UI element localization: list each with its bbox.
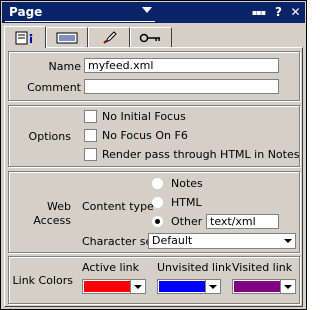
content-other-radio[interactable] bbox=[152, 216, 163, 227]
tab-rocket[interactable] bbox=[88, 27, 130, 47]
charset-label: Character set bbox=[82, 235, 157, 248]
content-notes-label: Notes bbox=[171, 177, 203, 190]
no-focus-f6-checkbox[interactable] bbox=[84, 129, 97, 142]
active-link-label: Active link bbox=[82, 261, 139, 274]
link-colors-group: Link Colors Active link Unvisited link V… bbox=[8, 256, 300, 304]
no-focus-f6-label: No Focus On F6 bbox=[102, 129, 188, 142]
active-link-color-picker[interactable] bbox=[82, 279, 146, 294]
web-access-label-1: Web bbox=[47, 200, 71, 213]
help-button[interactable]: ? bbox=[270, 4, 287, 21]
name-label: Name bbox=[48, 60, 81, 73]
menu-dots-icon[interactable]: ▪▪▪ bbox=[250, 4, 267, 21]
charset-value: Default bbox=[152, 234, 193, 247]
charset-select[interactable]: Default bbox=[148, 233, 296, 249]
title-underline bbox=[5, 21, 155, 22]
name-group: Name myfeed.xml Comment bbox=[8, 51, 300, 101]
content-other-label: Other bbox=[171, 215, 203, 228]
tab-panel: Name myfeed.xml Comment Options No Initi… bbox=[4, 47, 303, 307]
render-pass-through-label: Render pass through HTML in Notes bbox=[102, 148, 300, 161]
chevron-down-icon bbox=[284, 239, 292, 243]
render-pass-through-checkbox[interactable] bbox=[84, 148, 97, 161]
chevron-down-icon bbox=[284, 285, 292, 289]
form-icon bbox=[56, 32, 78, 43]
content-notes-radio[interactable] bbox=[152, 178, 163, 189]
chevron-down-icon bbox=[134, 285, 142, 289]
rocket-icon bbox=[103, 30, 117, 44]
visited-color-swatch bbox=[234, 281, 280, 292]
link-colors-label: Link Colors bbox=[12, 274, 73, 287]
web-access-group: Web Access Content type Notes HTML Other… bbox=[8, 171, 300, 253]
content-other-field[interactable]: text/xml bbox=[206, 214, 279, 229]
visited-link-label: Visited link bbox=[232, 261, 293, 274]
comment-label: Comment bbox=[27, 81, 81, 94]
name-field[interactable]: myfeed.xml bbox=[84, 58, 279, 73]
tab-info[interactable] bbox=[4, 26, 46, 48]
unvisited-link-label: Unvisited link bbox=[157, 261, 232, 274]
close-button[interactable]: ✕ bbox=[287, 4, 304, 21]
unvisited-link-color-picker[interactable] bbox=[157, 279, 221, 294]
active-color-dropdown[interactable] bbox=[130, 280, 145, 293]
page-properties-window: Page ▪▪▪ ? ✕ Name myfeed.xml Comment Opt… bbox=[0, 0, 307, 310]
tab-form[interactable] bbox=[46, 27, 88, 47]
visited-link-color-picker[interactable] bbox=[232, 279, 296, 294]
active-color-swatch bbox=[84, 281, 130, 292]
unvisited-color-dropdown[interactable] bbox=[205, 280, 220, 293]
unvisited-color-swatch bbox=[159, 281, 205, 292]
title-dropdown-icon[interactable] bbox=[142, 7, 152, 13]
tab-key[interactable] bbox=[130, 27, 172, 47]
options-group: Options No Initial Focus No Focus On F6 … bbox=[8, 105, 300, 167]
comment-field[interactable] bbox=[84, 79, 279, 94]
title-bar[interactable]: Page ▪▪▪ ? ✕ bbox=[2, 2, 305, 23]
tab-strip bbox=[4, 26, 304, 48]
options-label: Options bbox=[28, 130, 71, 143]
chevron-down-icon bbox=[209, 285, 217, 289]
content-html-label: HTML bbox=[171, 196, 202, 209]
no-initial-focus-label: No Initial Focus bbox=[102, 110, 186, 123]
no-initial-focus-checkbox[interactable] bbox=[84, 110, 97, 123]
visited-color-dropdown[interactable] bbox=[280, 280, 295, 293]
info-icon bbox=[15, 31, 33, 44]
window-title: Page bbox=[9, 5, 43, 19]
content-type-label: Content type bbox=[82, 200, 154, 213]
web-access-label-2: Access bbox=[33, 214, 71, 227]
content-html-radio[interactable] bbox=[152, 197, 163, 208]
key-icon bbox=[139, 33, 160, 42]
